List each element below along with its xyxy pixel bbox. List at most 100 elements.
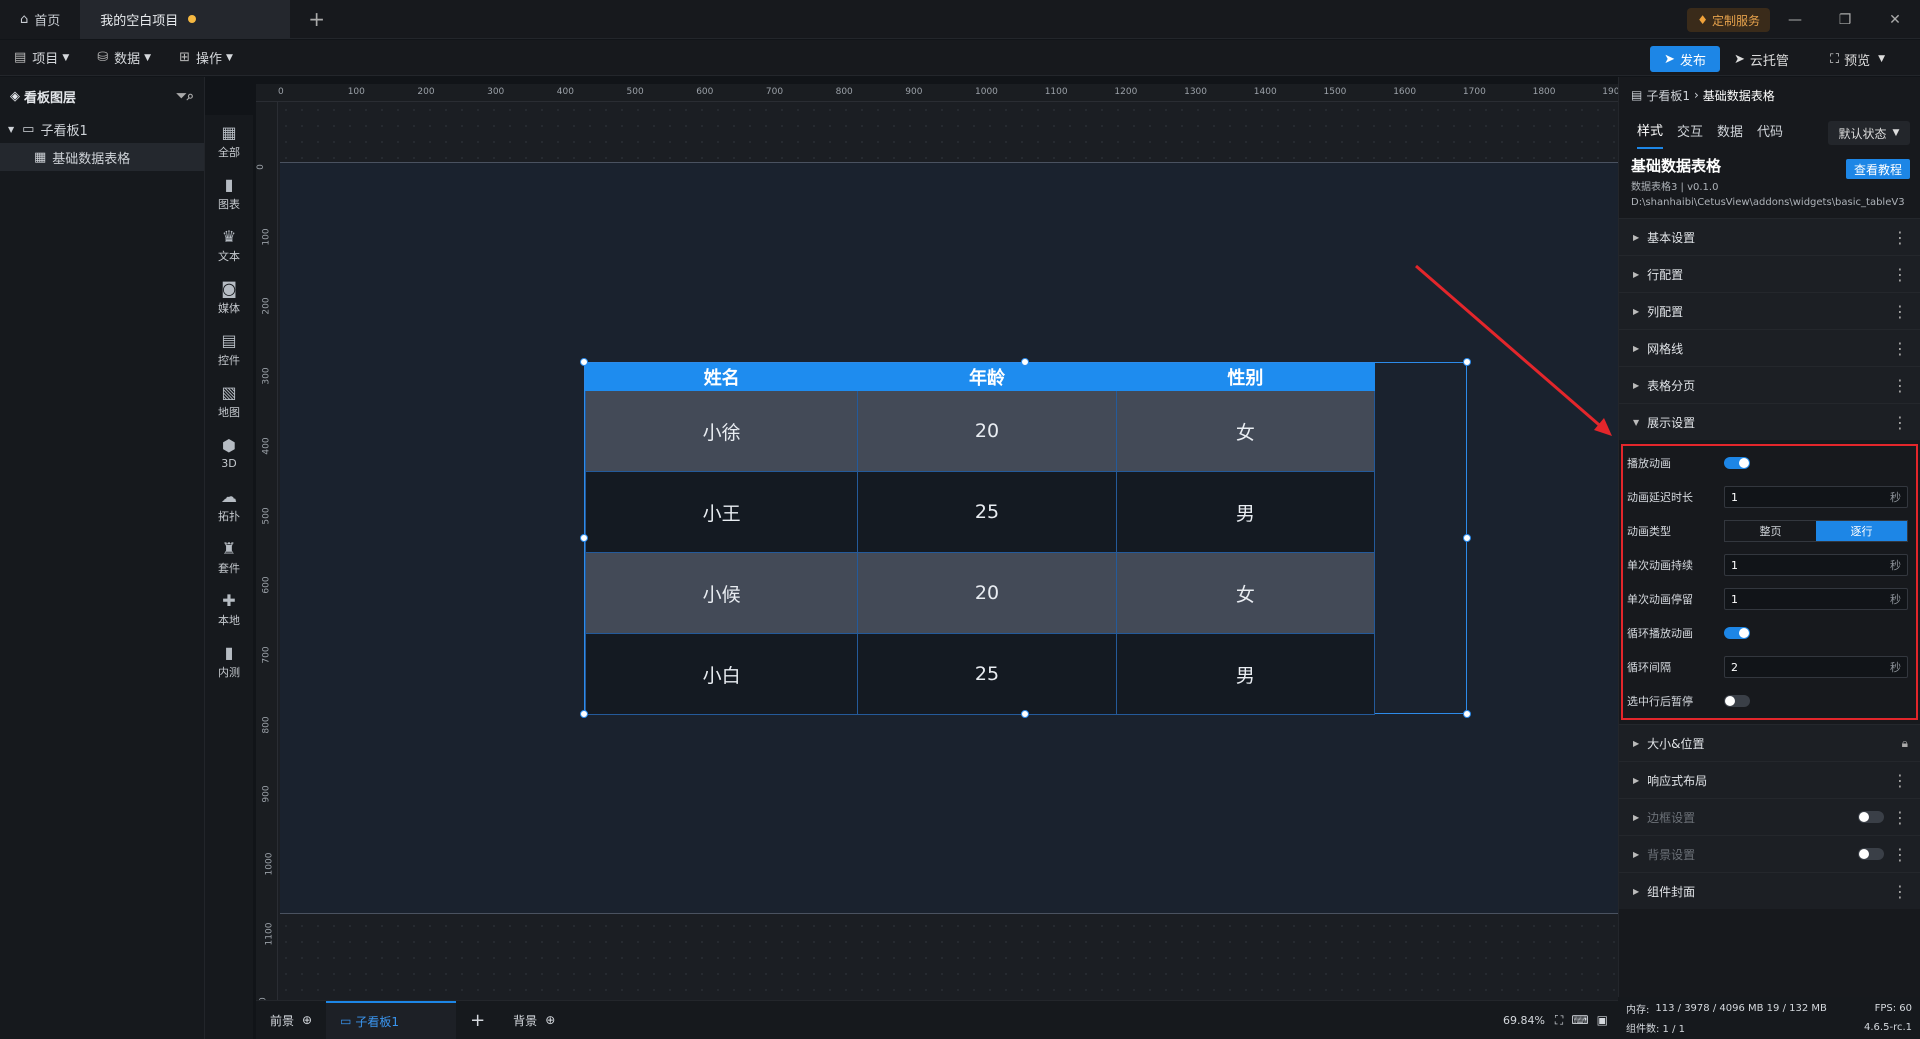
- tab-data[interactable]: 数据: [1717, 113, 1743, 148]
- comp-local[interactable]: ✚ 本地: [205, 583, 253, 635]
- table-row[interactable]: 小候 20 女: [584, 552, 1376, 634]
- option-page[interactable]: 整页: [1725, 521, 1816, 541]
- expand-triangle-icon[interactable]: ▼: [8, 125, 14, 134]
- section-size-position[interactable]: ▶ 大小&位置 🔒︎: [1619, 724, 1920, 761]
- terminal-icon[interactable]: ▣: [1597, 1013, 1608, 1027]
- fit-screen-icon[interactable]: ⛶: [1555, 1013, 1563, 1028]
- more-icon[interactable]: ⋮: [1892, 882, 1908, 901]
- more-icon[interactable]: ⋮: [1892, 413, 1908, 432]
- table-row[interactable]: 小王 25 男: [584, 471, 1376, 553]
- breadcrumb-parent[interactable]: 子看板1: [1646, 87, 1690, 104]
- comp-media[interactable]: ◙ 媒体: [205, 271, 253, 323]
- search-icon[interactable]: ⌕: [187, 89, 194, 104]
- restore-icon[interactable]: ❐: [1820, 12, 1870, 28]
- comp-map[interactable]: ▧ 地图: [205, 375, 253, 427]
- setting-label: 单次动画停留: [1627, 593, 1693, 606]
- custom-service-button[interactable]: ♦ 定制服务: [1687, 8, 1770, 32]
- resize-handle[interactable]: [1463, 534, 1471, 542]
- home-icon: ⌂: [20, 11, 29, 27]
- more-icon[interactable]: ⋮: [1892, 302, 1908, 321]
- option-row[interactable]: 逐行: [1816, 521, 1907, 541]
- border-toggle[interactable]: [1858, 811, 1884, 823]
- comp-all[interactable]: ▦ 全部: [205, 115, 253, 167]
- comp-beta[interactable]: ▮ 内测: [205, 635, 253, 687]
- resize-handle[interactable]: [1021, 710, 1029, 718]
- comp-control[interactable]: ▤ 控件: [205, 323, 253, 375]
- loop-toggle[interactable]: [1724, 627, 1750, 639]
- table-widget[interactable]: 姓名 年龄 性别 小徐 20 女 小王 25 男 小候 20 女 小白 25 男: [580, 358, 1471, 718]
- more-icon[interactable]: ⋮: [1892, 771, 1908, 790]
- comp-kit[interactable]: ♜ 套件: [205, 531, 253, 583]
- duration-input[interactable]: 1秒: [1724, 554, 1908, 576]
- tab-home[interactable]: ⌂ 首页: [0, 0, 81, 39]
- state-select[interactable]: 默认状态 ▼: [1828, 121, 1910, 145]
- chevron-down-icon: ▼: [1892, 128, 1900, 138]
- section-responsive[interactable]: ▶ 响应式布局 ⋮: [1619, 761, 1920, 798]
- state-label: 默认状态: [1838, 126, 1887, 141]
- section-grid[interactable]: ▶ 网格线 ⋮: [1619, 329, 1920, 366]
- resize-handle[interactable]: [580, 710, 588, 718]
- more-icon[interactable]: ⋮: [1892, 845, 1908, 864]
- ruler-tick-label: 1800: [1532, 87, 1556, 97]
- more-icon[interactable]: ⋮: [1892, 376, 1908, 395]
- section-basic[interactable]: ▶ 基本设置 ⋮: [1619, 218, 1920, 255]
- more-icon[interactable]: ⋮: [1892, 265, 1908, 284]
- comp-3d[interactable]: ⬢ 3D: [205, 427, 253, 479]
- add-circle-icon[interactable]: ⊕: [545, 1013, 555, 1027]
- section-row[interactable]: ▶ 行配置 ⋮: [1619, 255, 1920, 292]
- pause-toggle[interactable]: [1724, 695, 1750, 707]
- layer-widget[interactable]: ▦ 基础数据表格: [0, 143, 204, 171]
- animation-type-segmented: 整页 逐行: [1724, 520, 1908, 542]
- comp-chart[interactable]: ▮ 图表: [205, 167, 253, 219]
- keyboard-icon[interactable]: ⌨: [1571, 1013, 1588, 1027]
- data-table[interactable]: 姓名 年龄 性别 小徐 20 女 小王 25 男 小候 20 女 小白 25 男: [584, 363, 1376, 715]
- section-pagination[interactable]: ▶ 表格分页 ⋮: [1619, 366, 1920, 403]
- menu-operate[interactable]: ⊞ 操作 ▼: [165, 48, 247, 67]
- tab-foreground[interactable]: 前景 ⊕: [256, 1001, 326, 1039]
- section-background[interactable]: ▶ 背景设置 ⋮: [1619, 835, 1920, 872]
- resize-handle[interactable]: [1021, 358, 1029, 366]
- unsaved-dot-icon: [188, 15, 197, 23]
- layer-board[interactable]: ▼ ▭ 子看板1: [0, 115, 204, 143]
- section-column[interactable]: ▶ 列配置 ⋮: [1619, 292, 1920, 329]
- preview-button[interactable]: ⛶ 预览 ▼: [1830, 46, 1885, 72]
- more-icon[interactable]: ⋮: [1892, 808, 1908, 827]
- publish-button[interactable]: ➤ 发布: [1650, 46, 1720, 72]
- menu-data[interactable]: ⛁ 数据 ▼: [83, 48, 165, 67]
- interval-input[interactable]: 2秒: [1724, 656, 1908, 678]
- more-icon[interactable]: ⋮: [1892, 339, 1908, 358]
- resize-handle[interactable]: [1463, 710, 1471, 718]
- more-icon[interactable]: ⋮: [1892, 228, 1908, 247]
- comp-text[interactable]: ♛ 文本: [205, 219, 253, 271]
- resize-handle[interactable]: [580, 358, 588, 366]
- close-icon[interactable]: ✕: [1870, 12, 1920, 28]
- zoom-level[interactable]: 69.84%: [1503, 1014, 1545, 1027]
- table-row[interactable]: 小徐 20 女: [584, 390, 1376, 472]
- filter-icon[interactable]: ⏷: [176, 89, 186, 104]
- comp-topology[interactable]: ☁ 拓扑: [205, 479, 253, 531]
- tab-project[interactable]: 我的空白项目: [80, 0, 291, 39]
- play-animation-toggle[interactable]: [1724, 457, 1750, 469]
- resize-handle[interactable]: [580, 534, 588, 542]
- section-display[interactable]: ▼ 展示设置 ⋮: [1619, 403, 1920, 440]
- section-cover[interactable]: ▶ 组件封面 ⋮: [1619, 872, 1920, 909]
- tab-background[interactable]: 背景 ⊕: [499, 1001, 569, 1039]
- table-row[interactable]: 小白 25 男: [584, 633, 1376, 715]
- menu-project[interactable]: ▤ 项目 ▼: [0, 48, 83, 67]
- section-label: 组件封面: [1647, 884, 1696, 899]
- stay-input[interactable]: 1秒: [1724, 588, 1908, 610]
- view-tutorial-button[interactable]: 查看教程: [1845, 159, 1910, 179]
- cloud-hosting-button[interactable]: ➤ 云托管: [1734, 46, 1789, 72]
- add-circle-icon[interactable]: ⊕: [302, 1013, 312, 1027]
- background-toggle[interactable]: [1858, 848, 1884, 860]
- tab-interaction[interactable]: 交互: [1677, 113, 1703, 148]
- add-tab-icon[interactable]: +: [290, 7, 343, 31]
- section-border[interactable]: ▶ 边框设置 ⋮: [1619, 798, 1920, 835]
- tab-board[interactable]: ▭ 子看板1: [326, 1000, 457, 1039]
- minimize-icon[interactable]: —: [1770, 12, 1820, 28]
- delay-input[interactable]: 1秒: [1724, 486, 1908, 508]
- tab-code[interactable]: 代码: [1757, 113, 1783, 148]
- lock-icon[interactable]: 🔒︎: [1902, 736, 1908, 751]
- tab-style[interactable]: 样式: [1637, 112, 1664, 149]
- add-board-icon[interactable]: +: [456, 1001, 499, 1039]
